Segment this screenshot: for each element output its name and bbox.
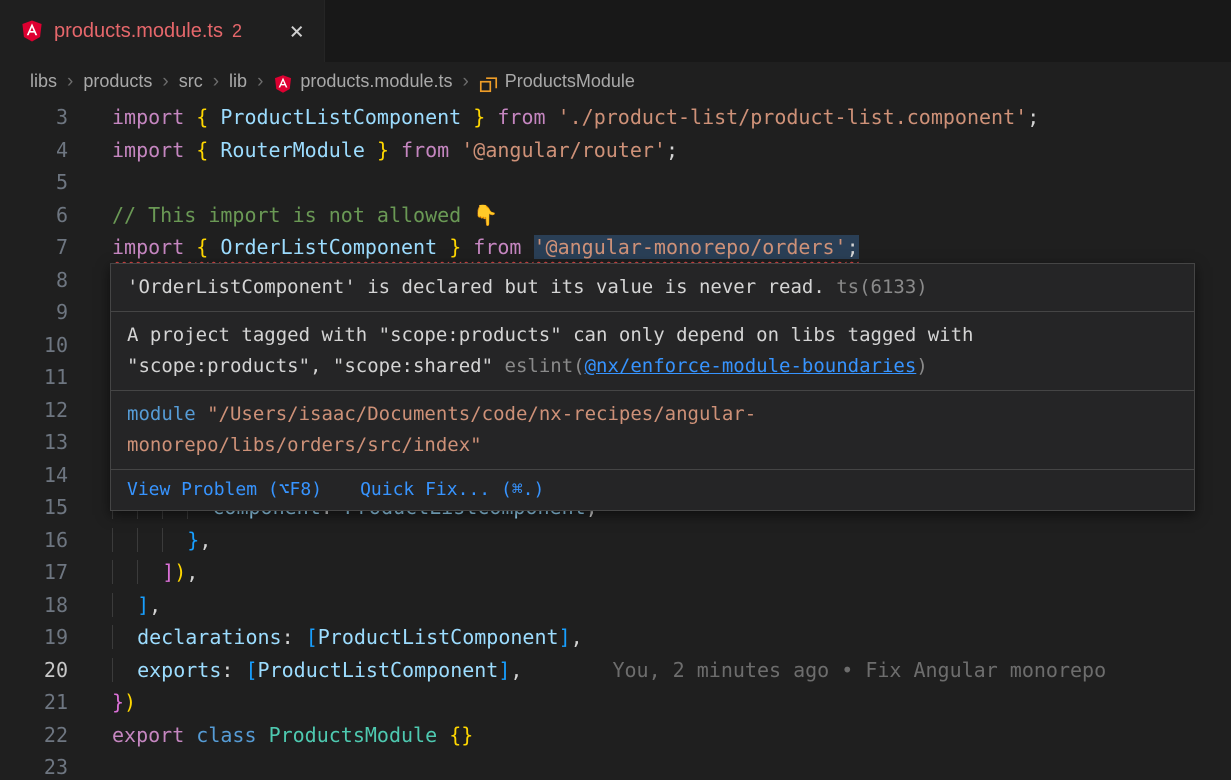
code-content: }) — [68, 686, 136, 719]
line-number[interactable]: 13 — [0, 426, 68, 459]
tab-products-module[interactable]: products.module.ts 2 × — [0, 0, 325, 62]
code-content: }, — [68, 524, 211, 557]
code-content: ], — [68, 589, 161, 622]
code-content — [68, 361, 112, 394]
breadcrumb-item-products-module-ts[interactable]: products.module.ts — [300, 71, 452, 92]
line-number[interactable]: 15 — [0, 491, 68, 524]
code-content — [68, 264, 112, 297]
hover-actions: View Problem (⌥F8) Quick Fix... (⌘.) — [111, 470, 1194, 510]
breadcrumb-separator: › — [67, 71, 73, 93]
line-number[interactable]: 14 — [0, 459, 68, 492]
line-number[interactable]: 11 — [0, 361, 68, 394]
error-squiggle: import { OrderListComponent } from '@ang… — [112, 235, 859, 259]
code-content: import { OrderListComponent } from '@ang… — [68, 231, 859, 264]
code-line-21[interactable]: 21}) — [0, 686, 1231, 719]
breadcrumb-separator: › — [162, 71, 168, 93]
code-content: export class ProductsModule {} — [68, 719, 473, 752]
code-line-5[interactable]: 5 — [0, 166, 1231, 199]
code-content — [68, 751, 112, 780]
angular-icon — [20, 19, 44, 43]
code-content — [68, 296, 112, 329]
breadcrumb-separator: › — [462, 71, 468, 93]
code-content: ]), — [68, 556, 198, 589]
code-content — [68, 394, 112, 427]
breadcrumb-item-src[interactable]: src — [179, 71, 203, 92]
code-content — [68, 166, 112, 199]
line-number[interactable]: 12 — [0, 394, 68, 427]
line-number[interactable]: 23 — [0, 751, 68, 780]
line-number[interactable]: 22 — [0, 719, 68, 752]
code-line-16[interactable]: 16 }, — [0, 524, 1231, 557]
code-line-6[interactable]: 6// This import is not allowed 👇 — [0, 199, 1231, 232]
line-number[interactable]: 19 — [0, 621, 68, 654]
code-content — [68, 329, 112, 362]
breadcrumb-item-libs[interactable]: libs — [30, 71, 57, 92]
tab-bar: products.module.ts 2 × — [0, 0, 1231, 62]
tab-problems-badge: 2 — [232, 21, 242, 42]
breadcrumb: libs › products › src › lib › products.module.ts… — [0, 62, 1231, 101]
close-icon[interactable]: × — [286, 17, 308, 45]
hover-section-eslint-diagnostic: A project tagged with "scope:products" c… — [111, 312, 1194, 391]
editor[interactable]: 3import { ProductListComponent } from '.… — [0, 101, 1231, 780]
breadcrumb-item-productsmodule[interactable]: ProductsModule — [505, 71, 635, 92]
eslint-rule-link[interactable]: @nx/enforce-module-boundaries — [585, 355, 917, 377]
symbol-class-icon — [479, 74, 498, 93]
line-number[interactable]: 8 — [0, 264, 68, 297]
code-line-4[interactable]: 4import { RouterModule } from '@angular/… — [0, 134, 1231, 167]
code-content: import { RouterModule } from '@angular/r… — [68, 134, 678, 167]
code-content: declarations: [ProductListComponent], — [68, 621, 583, 654]
line-number[interactable]: 3 — [0, 101, 68, 134]
angular-icon — [273, 74, 293, 94]
breadcrumb-item-lib[interactable]: lib — [229, 71, 247, 92]
line-number[interactable]: 16 — [0, 524, 68, 557]
code-content — [68, 459, 112, 492]
code-line-20[interactable]: 20 exports: [ProductListComponent],You, … — [0, 654, 1231, 687]
code-content: import { ProductListComponent } from './… — [68, 101, 1039, 134]
line-number[interactable]: 4 — [0, 134, 68, 167]
code-line-19[interactable]: 19 declarations: [ProductListComponent], — [0, 621, 1231, 654]
line-number[interactable]: 17 — [0, 556, 68, 589]
code-line-22[interactable]: 22export class ProductsModule {} — [0, 719, 1231, 752]
line-number[interactable]: 9 — [0, 296, 68, 329]
line-number[interactable]: 20 — [0, 654, 68, 687]
line-number[interactable]: 18 — [0, 589, 68, 622]
code-line-3[interactable]: 3import { ProductListComponent } from '.… — [0, 101, 1231, 134]
code-content: exports: [ProductListComponent],You, 2 m… — [68, 654, 1106, 687]
line-number[interactable]: 5 — [0, 166, 68, 199]
tab-title: products.module.ts — [54, 20, 223, 43]
code-content: // This import is not allowed 👇 — [68, 199, 498, 232]
code-line-7[interactable]: 7 import { OrderListComponent } from '@an… — [0, 231, 1231, 264]
code-line-23[interactable]: 23 — [0, 751, 1231, 780]
quick-fix-action[interactable]: Quick Fix... (⌘.) — [360, 478, 544, 502]
breadcrumb-separator: › — [213, 71, 219, 93]
code-content — [68, 426, 112, 459]
hover-section-module-path: module "/Users/isaac/Documents/code/nx-r… — [111, 391, 1194, 470]
line-number[interactable]: 7 — [0, 231, 68, 264]
hover-tooltip: 'OrderListComponent' is declared but its… — [110, 263, 1195, 511]
line-number[interactable]: 10 — [0, 329, 68, 362]
line-number[interactable]: 21 — [0, 686, 68, 719]
breadcrumb-separator: › — [257, 71, 263, 93]
git-blame-annotation: You, 2 minutes ago • Fix Angular monorep… — [612, 658, 1106, 682]
line-number[interactable]: 6 — [0, 199, 68, 232]
hover-section-ts-diagnostic: 'OrderListComponent' is declared but its… — [111, 264, 1194, 312]
code-line-18[interactable]: 18 ], — [0, 589, 1231, 622]
view-problem-action[interactable]: View Problem (⌥F8) — [127, 478, 322, 502]
breadcrumb-item-products[interactable]: products — [83, 71, 152, 92]
code-line-17[interactable]: 17 ]), — [0, 556, 1231, 589]
